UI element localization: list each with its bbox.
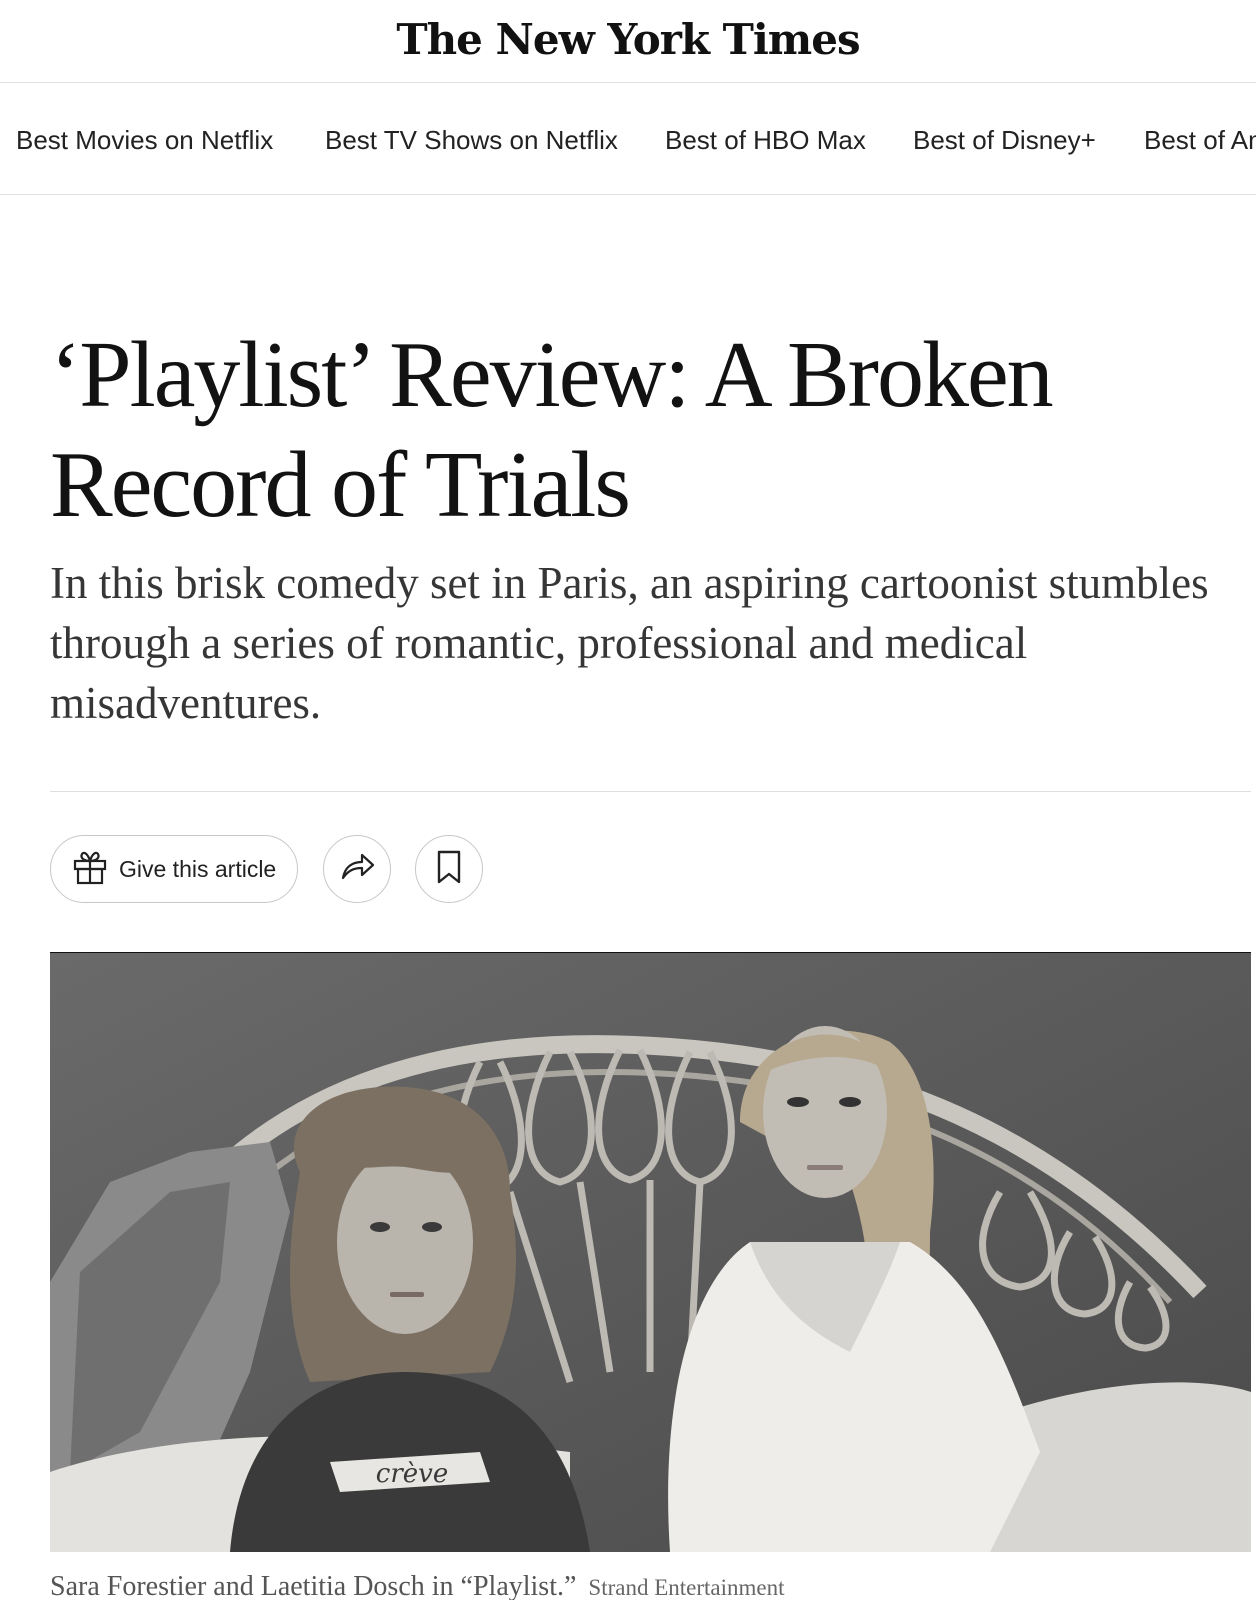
caption-text: Sara Forestier and Laetitia Dosch in “Pl… [50,1571,577,1600]
lead-photo: crève [50,952,1251,1552]
nav-item-best-tv-netflix[interactable]: Best TV Shows on Netflix [325,125,618,156]
site-logo[interactable]: The New York Times [396,15,860,64]
share-icon [337,847,377,891]
image-caption: Sara Forestier and Laetitia Dosch in “Pl… [50,1571,1256,1600]
save-button[interactable] [415,835,483,903]
headline-line-2: Record of Trials [50,433,631,537]
nav-item-best-amazon-prime[interactable]: Best of Amazon Prime [1144,125,1256,156]
lead-image: crève [50,952,1251,1552]
divider [50,791,1251,792]
shirt-lettering: crève [376,1459,448,1489]
masthead: The New York Times [0,0,1256,83]
article-headline: ‘Playlist’ Review: A Broken Record of Tr… [50,320,1200,540]
section-nav: Best Movies on Netflix Best TV Shows on … [0,83,1256,195]
bookmark-icon [434,849,464,889]
nav-item-best-movies-netflix[interactable]: Best Movies on Netflix [16,125,273,156]
nav-item-best-disney-plus[interactable]: Best of Disney+ [913,125,1096,156]
nav-item-best-hbo-max[interactable]: Best of HBO Max [665,125,866,156]
give-article-label: Give this article [119,855,277,882]
give-article-button[interactable]: Give this article [50,835,298,903]
gift-icon [71,848,109,890]
share-button[interactable] [323,835,391,903]
photo-credit: Strand Entertainment [588,1575,785,1600]
article-summary: In this brisk comedy set in Paris, an as… [50,558,1209,728]
headline-line-1: ‘Playlist’ Review: A Broken [50,323,1054,427]
